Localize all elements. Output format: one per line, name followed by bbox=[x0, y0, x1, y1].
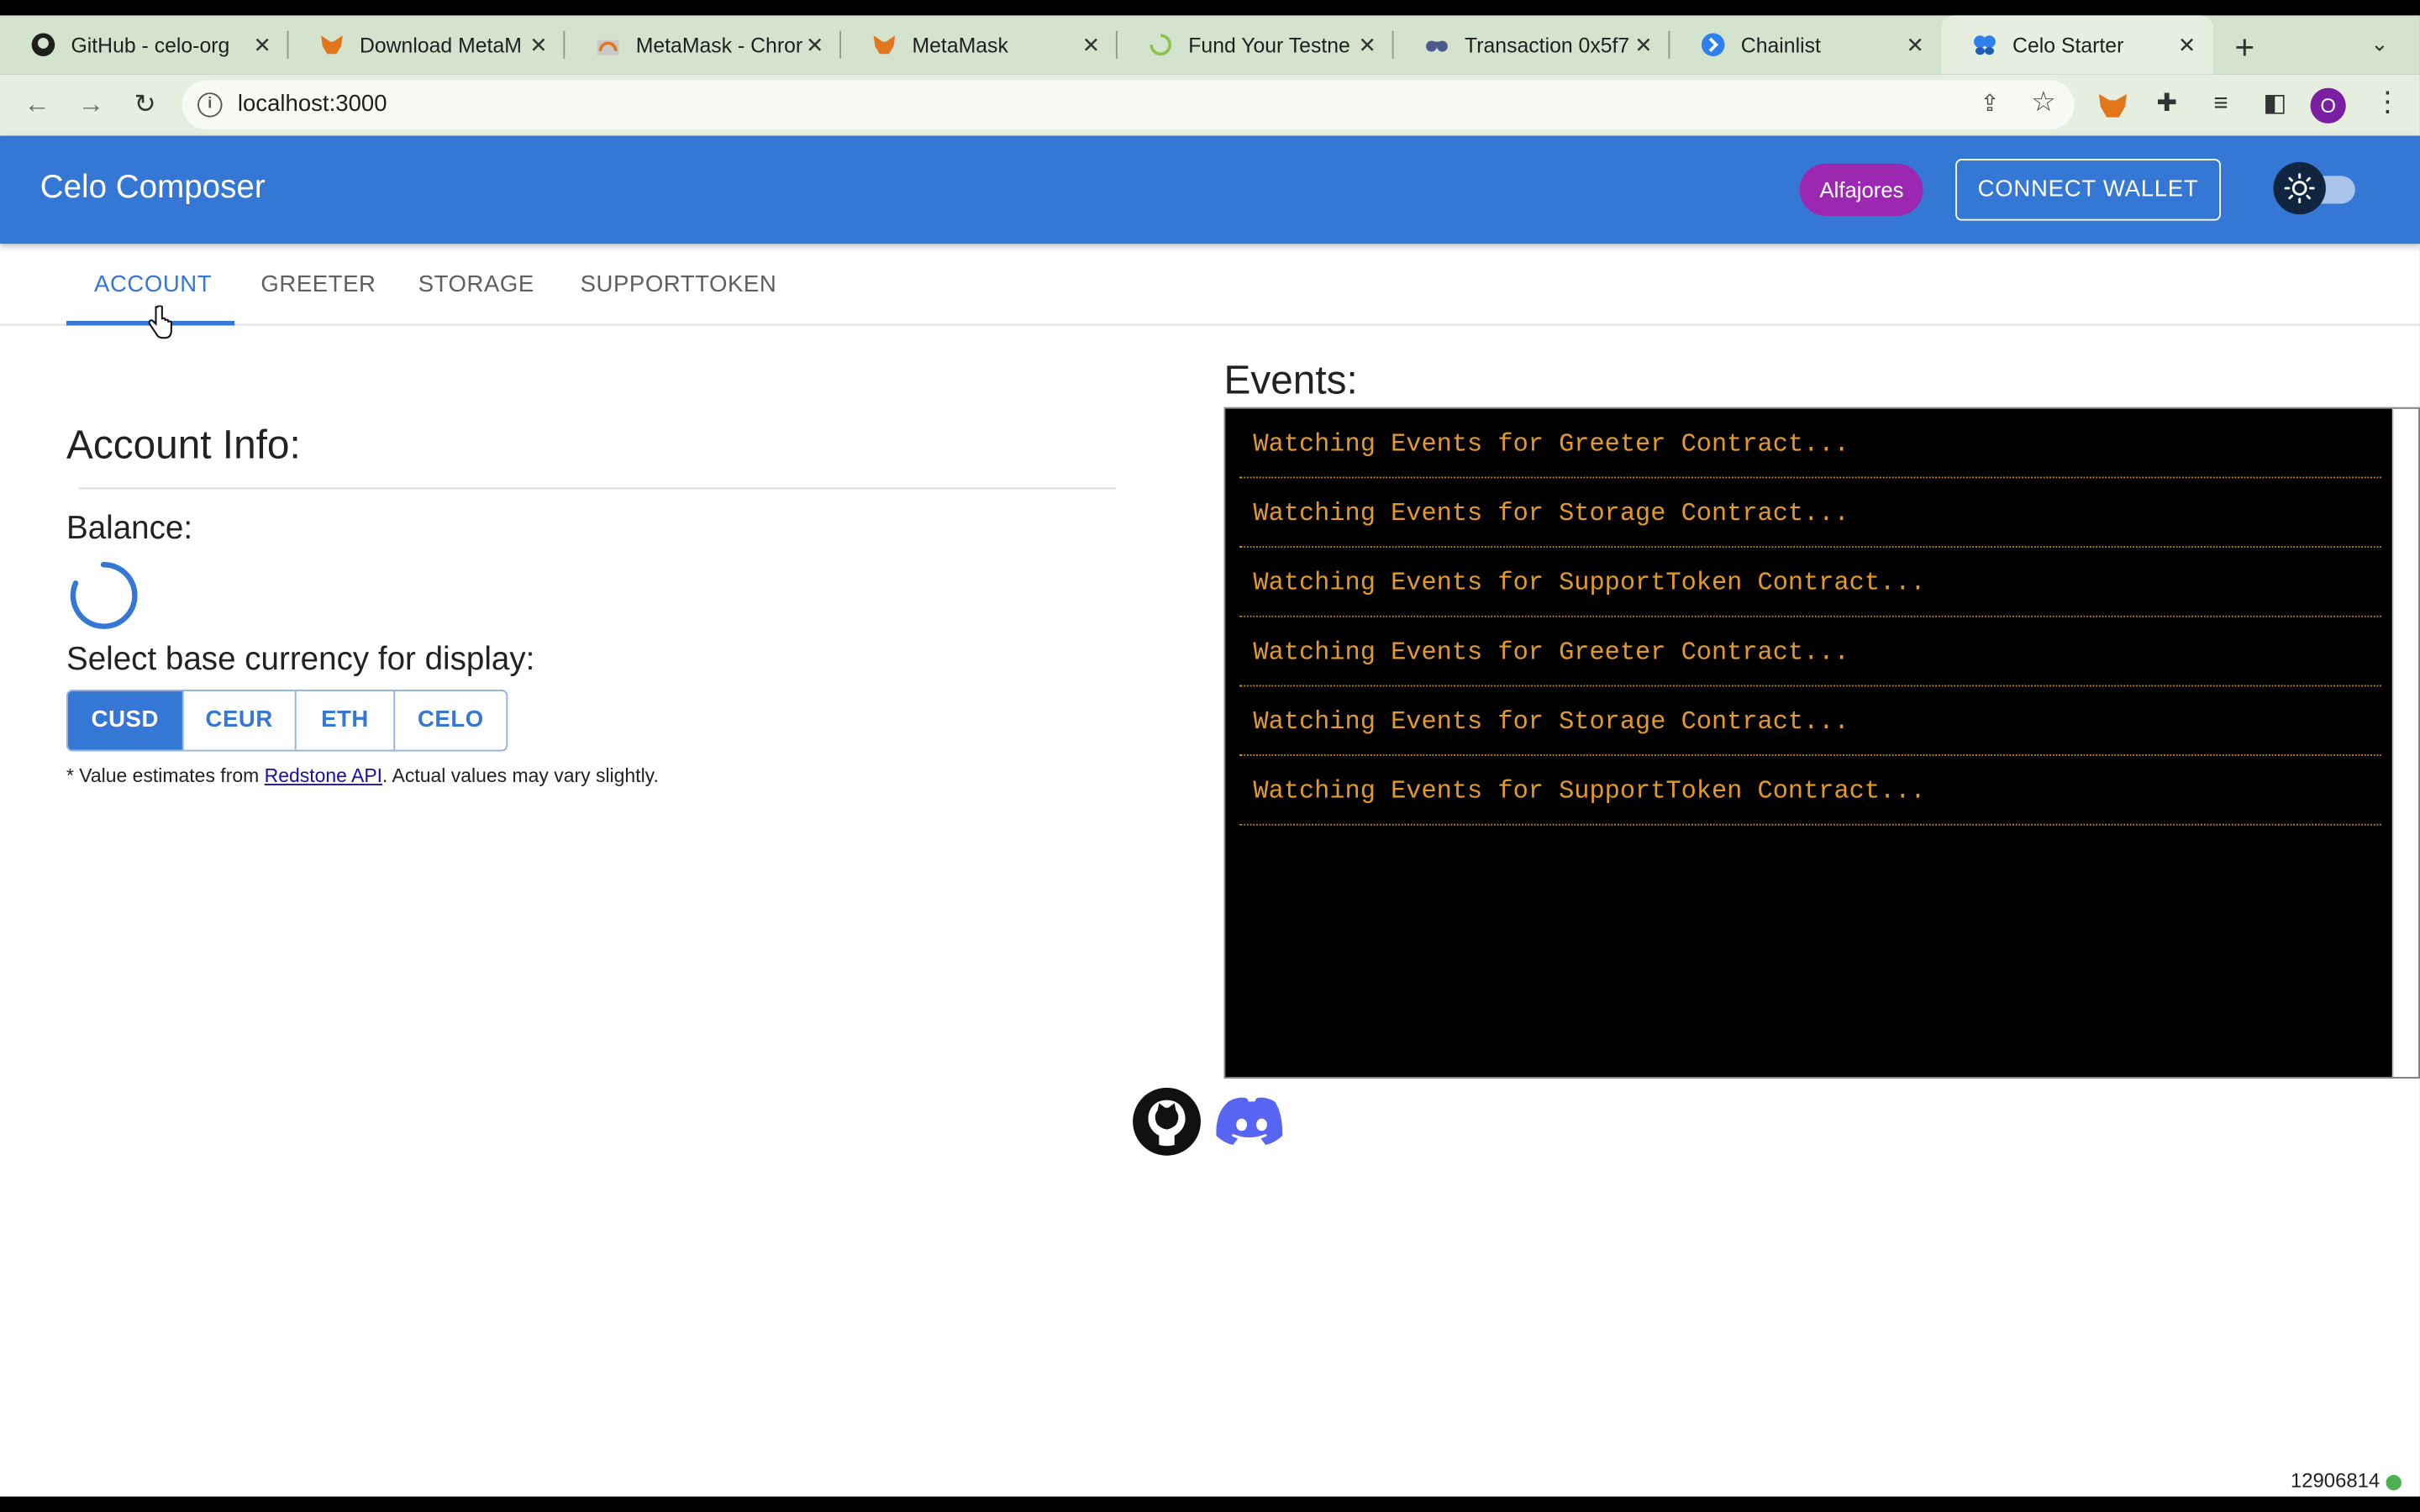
event-row: Watching Events for Storage Contract... bbox=[1239, 478, 2382, 549]
back-icon[interactable]: ← bbox=[18, 87, 55, 123]
network-chip[interactable]: Alfajores bbox=[1799, 163, 1924, 217]
browser-tab-title: Celo Starter bbox=[2012, 33, 2124, 57]
account-info-heading: Account Info: bbox=[66, 421, 301, 468]
reload-icon[interactable]: ↻ bbox=[127, 87, 164, 123]
redstone-api-link[interactable]: Redstone API bbox=[265, 765, 382, 787]
connect-wallet-button[interactable]: CONNECT WALLET bbox=[1955, 159, 2222, 221]
divider bbox=[78, 487, 1116, 490]
browser-toolbar: ← → ↻ i localhost:3000 ⇪ ☆ ✚ ≡ ◧ O ⋮ bbox=[0, 74, 2420, 136]
event-row: Watching Events for SupportToken Contrac… bbox=[1239, 548, 2382, 617]
tab-storage[interactable]: STORAGE bbox=[418, 271, 534, 297]
address-bar[interactable]: i localhost:3000 ⇪ ☆ bbox=[182, 80, 2075, 130]
browser-tab[interactable]: Transaction 0x5f7 ✕ bbox=[1394, 15, 1670, 74]
currency-button-eth[interactable]: ETH bbox=[297, 690, 396, 750]
status-dot bbox=[2386, 1474, 2402, 1491]
extensions-puzzle-icon[interactable]: ✚ bbox=[2150, 88, 2184, 122]
value-disclaimer: * Value estimates from Redstone API. Act… bbox=[66, 765, 659, 787]
events-heading: Events: bbox=[1223, 356, 1358, 403]
share-icon[interactable]: ⇪ bbox=[1980, 90, 1999, 117]
browser-tab-title: Download MetaM bbox=[359, 33, 522, 57]
tab-supporttoken[interactable]: SUPPORTTOKEN bbox=[581, 271, 777, 297]
profile-avatar[interactable]: O bbox=[2310, 87, 2346, 123]
close-icon[interactable]: ✕ bbox=[2176, 32, 2198, 58]
event-row: Watching Events for Storage Contract... bbox=[1239, 686, 2382, 756]
app-bar: Celo Composer Alfajores CONNECT WALLET bbox=[0, 135, 2420, 244]
browser-tab-title: Transaction 0x5f7 bbox=[1465, 33, 1630, 57]
discord-icon[interactable] bbox=[1216, 1095, 1286, 1151]
browser-tab-title: MetaMask - Chror bbox=[635, 33, 803, 57]
close-icon[interactable]: ✕ bbox=[804, 32, 826, 58]
event-text: Watching Events for SupportToken Contrac… bbox=[1253, 775, 1926, 806]
butterfly-icon bbox=[1974, 35, 1996, 55]
block-number: 12906814 bbox=[2290, 1468, 2381, 1493]
event-row: Watching Events for Greeter Contract... bbox=[1239, 409, 2382, 479]
currency-button-ceur[interactable]: CEUR bbox=[184, 690, 297, 750]
currency-button-celo[interactable]: CELO bbox=[395, 691, 506, 750]
tab-account[interactable]: ACCOUNT bbox=[94, 271, 212, 297]
close-icon[interactable]: ✕ bbox=[1356, 32, 1378, 58]
bookmark-star-icon[interactable]: ☆ bbox=[2031, 87, 2056, 119]
currency-button-cusd[interactable]: CUSD bbox=[67, 690, 184, 750]
browser-tab[interactable]: Fund Your Testne ✕ bbox=[1118, 15, 1394, 74]
currency-select-label: Select base currency for display: bbox=[66, 642, 535, 678]
browser-tab-active[interactable]: Celo Starter ✕ bbox=[1941, 15, 2213, 75]
browser-tab-title: Fund Your Testne bbox=[1188, 33, 1350, 57]
new-tab-icon[interactable]: + bbox=[2235, 28, 2255, 68]
console-scrollbar[interactable] bbox=[2391, 408, 2419, 1078]
address-url[interactable]: localhost:3000 bbox=[238, 91, 387, 117]
event-text: Watching Events for Greeter Contract... bbox=[1253, 428, 1849, 459]
sun-icon bbox=[2284, 173, 2315, 204]
loading-icon bbox=[1150, 34, 1172, 56]
forward-icon[interactable]: → bbox=[72, 87, 109, 123]
browser-tab[interactable]: Download MetaM ✕ bbox=[288, 15, 566, 74]
close-icon[interactable]: ✕ bbox=[528, 32, 550, 58]
browser-tab-title: Chainlist bbox=[1740, 33, 1821, 57]
binoculars-icon bbox=[1426, 40, 1448, 52]
browser-tab-title: MetaMask bbox=[912, 33, 1008, 57]
close-icon[interactable]: ✕ bbox=[251, 32, 273, 58]
site-info-icon[interactable]: i bbox=[197, 92, 223, 118]
browser-tab-strip: GitHub - celo-org ✕ Download MetaM ✕ Met… bbox=[0, 15, 2420, 75]
metamask-icon bbox=[873, 35, 896, 55]
balance-label: Balance: bbox=[66, 510, 193, 547]
side-panel-icon[interactable]: ◧ bbox=[2258, 88, 2291, 122]
hand-cursor-icon bbox=[148, 305, 172, 339]
github-icon bbox=[31, 33, 55, 57]
browser-tab[interactable]: MetaMask ✕ bbox=[841, 15, 1118, 74]
metamask-extension-icon[interactable] bbox=[2096, 88, 2129, 122]
close-icon[interactable]: ✕ bbox=[1081, 32, 1102, 58]
kebab-menu-icon[interactable]: ⋮ bbox=[2374, 87, 2402, 119]
github-icon[interactable] bbox=[1131, 1086, 1202, 1157]
app-title: Celo Composer bbox=[39, 170, 266, 206]
events-console[interactable]: Watching Events for Greeter Contract... … bbox=[1223, 407, 2420, 1079]
loading-spinner-icon bbox=[70, 562, 138, 629]
nav-tabs: ACCOUNT GREETER STORAGE SUPPORTTOKEN bbox=[0, 244, 2420, 326]
event-text: Watching Events for Storage Contract... bbox=[1253, 706, 1849, 737]
chainlist-icon bbox=[1701, 33, 1725, 57]
browser-tab[interactable]: MetaMask - Chror ✕ bbox=[565, 15, 842, 74]
event-text: Watching Events for Storage Contract... bbox=[1253, 498, 1849, 528]
tab-greeter[interactable]: GREETER bbox=[260, 271, 376, 297]
chevron-down-icon[interactable]: ⌄ bbox=[2370, 31, 2389, 57]
browser-tab[interactable]: GitHub - celo-org ✕ bbox=[0, 15, 289, 74]
note-suffix: . Actual values may vary slightly. bbox=[382, 765, 659, 787]
browser-tab-title: GitHub - celo-org bbox=[71, 33, 230, 57]
event-text: Watching Events for Greeter Contract... bbox=[1253, 637, 1849, 667]
media-queue-icon[interactable]: ≡ bbox=[2204, 88, 2238, 122]
chrome-store-icon bbox=[597, 39, 619, 56]
theme-toggle[interactable] bbox=[2273, 161, 2326, 215]
event-text: Watching Events for SupportToken Contrac… bbox=[1253, 567, 1926, 597]
note-prefix: * Value estimates from bbox=[66, 765, 265, 787]
browser-tab[interactable]: Chainlist ✕ bbox=[1670, 15, 1941, 74]
close-icon[interactable]: ✕ bbox=[1633, 32, 1655, 58]
metamask-icon bbox=[321, 35, 343, 55]
event-row: Watching Events for Greeter Contract... bbox=[1239, 617, 2382, 687]
close-icon[interactable]: ✕ bbox=[1904, 32, 1926, 58]
page: Celo Composer Alfajores CONNECT WALLET A… bbox=[0, 135, 2420, 1497]
currency-button-group: CUSD CEUR ETH CELO bbox=[66, 690, 508, 752]
event-row: Watching Events for SupportToken Contrac… bbox=[1239, 756, 2382, 826]
